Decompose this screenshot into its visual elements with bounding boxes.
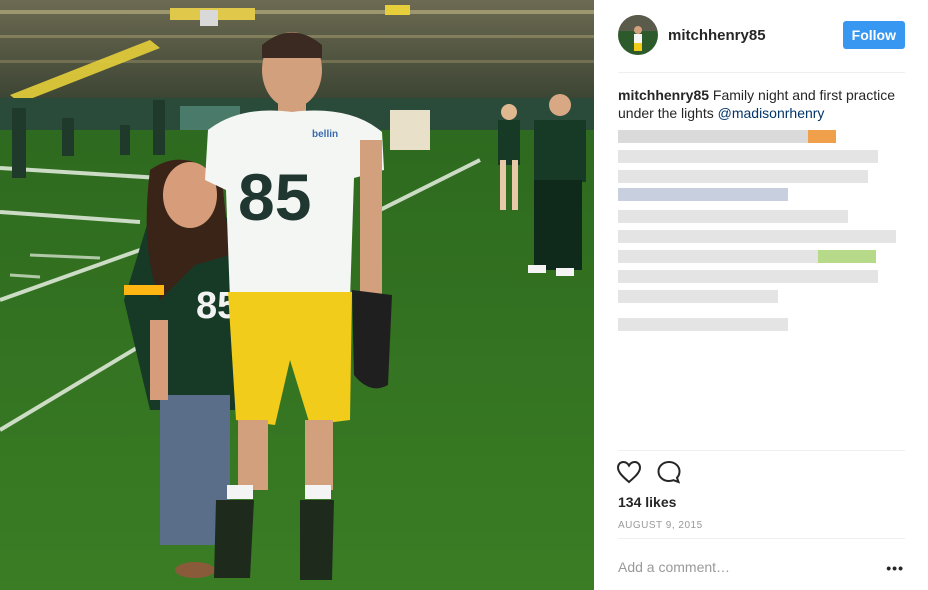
add-comment-input[interactable]: Add a comment… (618, 559, 730, 575)
avatar[interactable] (618, 15, 658, 55)
comment-icon[interactable] (656, 460, 682, 489)
post-actions (616, 460, 682, 489)
likes-count[interactable]: 134 likes (618, 494, 676, 510)
caption-username-link[interactable]: mitchhenry85 (618, 87, 709, 103)
jersey-number: 85 (238, 160, 311, 234)
heart-icon[interactable] (616, 460, 642, 489)
actions-divider (618, 450, 905, 451)
username-link[interactable]: mitchhenry85 (668, 27, 766, 44)
post-caption: mitchhenry85 Family night and first prac… (618, 86, 908, 122)
caption-mention-link[interactable]: @madisonrhenry (718, 105, 825, 121)
post-side-panel: mitchhenry85 Follow mitchhenry85 Family … (594, 0, 928, 590)
more-options-icon[interactable]: ••• (886, 560, 904, 576)
stadium-photo: 85 85 bellin (0, 0, 594, 590)
follow-button[interactable]: Follow (842, 21, 905, 49)
header-divider (618, 72, 905, 73)
post-photo[interactable]: 85 85 bellin (0, 0, 594, 590)
svg-text:bellin: bellin (312, 129, 338, 140)
comment-divider (618, 538, 905, 539)
post-date[interactable]: AUGUST 9, 2015 (618, 520, 703, 531)
post-header: mitchhenry85 Follow (618, 14, 905, 56)
